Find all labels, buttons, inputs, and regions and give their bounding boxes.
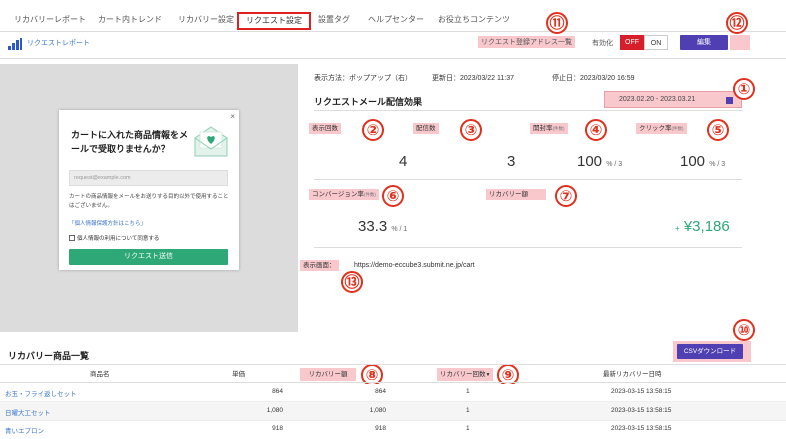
unit-price: 918 [272, 425, 283, 432]
privacy-policy-link[interactable]: 「個人情報保護方針はこちら」 [69, 219, 146, 227]
latest-recovery-date: 2023-03-15 13:58:15 [611, 425, 672, 432]
nav-item-cart-trend[interactable]: カート内トレンド [98, 14, 162, 25]
sends-label: 配信数 [413, 123, 439, 134]
close-icon[interactable]: × [230, 112, 235, 121]
nav-divider [0, 31, 786, 32]
product-name-link[interactable]: 青いエプロン [5, 425, 44, 435]
annotation-3: ③ [460, 119, 482, 141]
section-divider [314, 110, 742, 111]
consent-checkbox[interactable] [69, 235, 75, 241]
sort-down-icon: ▼ [485, 372, 491, 378]
toggle-off-button[interactable]: OFF [620, 35, 644, 50]
metrics-divider [314, 179, 742, 180]
open-rate-label: 開封率(件数) [530, 123, 568, 134]
column-header-recovery-count[interactable]: リカバリー回数▼ [437, 368, 493, 381]
calendar-icon [726, 97, 733, 104]
enabled-label: 有効化 [592, 40, 613, 47]
recovery-amount-label: リカバリー額 [486, 189, 546, 200]
click-rate-label: クリック率(件数) [636, 123, 687, 134]
recovery-amount: 1,080 [369, 407, 386, 414]
annotation-7: ⑦ [555, 185, 577, 207]
table-top-divider [0, 364, 786, 365]
column-header-recovery-amount[interactable]: リカバリー額 [300, 368, 356, 381]
recovery-count: 1 [466, 425, 470, 432]
toggle-on-button[interactable]: ON [644, 35, 668, 50]
unit-price: 864 [272, 388, 283, 395]
table-header-divider [0, 382, 786, 383]
consent-checkbox-row[interactable]: 個人情報の利用について同意する [69, 234, 159, 242]
latest-recovery-date: 2023-03-15 13:58:15 [611, 407, 672, 414]
impressions-value: 4 [399, 153, 408, 170]
recovery-count: 1 [466, 388, 470, 395]
conversion-divider [314, 247, 742, 248]
date-range-picker[interactable]: 2023.02.20 - 2023.03.21 [604, 91, 742, 108]
annotation-10: ⑩ [733, 319, 755, 341]
recovery-amount-value: + ¥3,186 [675, 218, 730, 235]
section-title: リクエストメール配信効果 [314, 97, 423, 107]
address-list-link[interactable]: リクエスト登録アドレス一覧 [478, 36, 575, 48]
updated-date: 更新日：2023/03/22 11:37 [432, 75, 514, 82]
annotation-13: ⑬ [341, 271, 363, 293]
annotation-12: ⑫ [726, 12, 748, 34]
request-report-link[interactable]: リクエストレポート [27, 38, 90, 48]
annotation-5: ⑤ [707, 119, 729, 141]
sends-value: 3 [507, 153, 516, 170]
email-field[interactable]: request@example.com [69, 170, 228, 186]
consent-label: 個人情報の利用について同意する [77, 236, 160, 242]
stopped-date: 停止日：2023/03/20 16:59 [552, 75, 635, 82]
annotation-4: ④ [585, 119, 607, 141]
nav-item-recovery-settings[interactable]: リカバリー設定 [178, 14, 234, 25]
nav-item-useful-content[interactable]: お役立ちコンテンツ [438, 14, 510, 25]
column-header-product[interactable]: 商品名 [90, 368, 110, 381]
popup-title: カートに入れた商品情報をメールで受取りませんか？ [71, 130, 189, 154]
bar-chart-icon [8, 38, 22, 50]
column-header-latest-recovery[interactable]: 最新リカバリー日時 [603, 368, 662, 381]
recovery-amount: 864 [375, 388, 386, 395]
recovery-amount: 918 [375, 425, 386, 432]
annotation-highlight [730, 35, 750, 50]
product-name-link[interactable]: 日曜大工セット [5, 407, 51, 417]
csv-download-button[interactable]: CSVダウンロード [677, 344, 743, 359]
nav-item-request-settings[interactable]: リクエスト設定 [237, 12, 311, 30]
edit-button[interactable]: 編集 [680, 35, 728, 50]
annotation-6: ⑥ [382, 185, 404, 207]
display-page-url: https://demo-eccube3.submit.ne.jp/cart [354, 262, 475, 269]
recovery-products-title: リカバリー商品一覧 [8, 351, 90, 361]
recovery-count: 1 [466, 407, 470, 414]
unit-price: 1,080 [266, 407, 283, 414]
date-range-value: 2023.02.20 - 2023.03.21 [619, 96, 696, 103]
impressions-label: 表示回数 [309, 123, 341, 134]
annotation-1: ① [733, 78, 755, 100]
request-submit-button[interactable]: リクエスト送信 [69, 249, 228, 265]
conversion-label: コンバージョン率(件数) [309, 189, 379, 200]
column-header-unit-price[interactable]: 単価 [232, 368, 245, 381]
request-popup: × カートに入れた商品情報をメールで受取りませんか？ request@examp… [59, 110, 239, 270]
product-name-link[interactable]: お玉・フライ返しセット [5, 388, 77, 398]
annotation-11: ⑪ [546, 12, 568, 34]
latest-recovery-date: 2023-03-15 13:58:15 [611, 388, 672, 395]
subheader-divider [0, 58, 786, 59]
annotation-2: ② [362, 119, 384, 141]
nav-item-recovery-report[interactable]: リカバリーレポート [14, 14, 86, 25]
display-method: 表示方法：ポップアップ（右） [314, 75, 412, 82]
conversion-value: 33.3 % / 1 [358, 218, 408, 235]
nav-item-tags[interactable]: 設置タグ [318, 14, 350, 25]
display-page-label: 表示画面： [300, 260, 339, 271]
envelope-heart-icon [194, 126, 228, 157]
click-rate-value: 100 % / 3 [680, 153, 726, 170]
open-rate-value: 100 % / 3 [577, 153, 623, 170]
popup-description: カートの商品情報をメールをお送りする目的以外で使用することはございません。 [69, 194, 229, 209]
nav-item-help-center[interactable]: ヘルプセンター [368, 14, 424, 25]
